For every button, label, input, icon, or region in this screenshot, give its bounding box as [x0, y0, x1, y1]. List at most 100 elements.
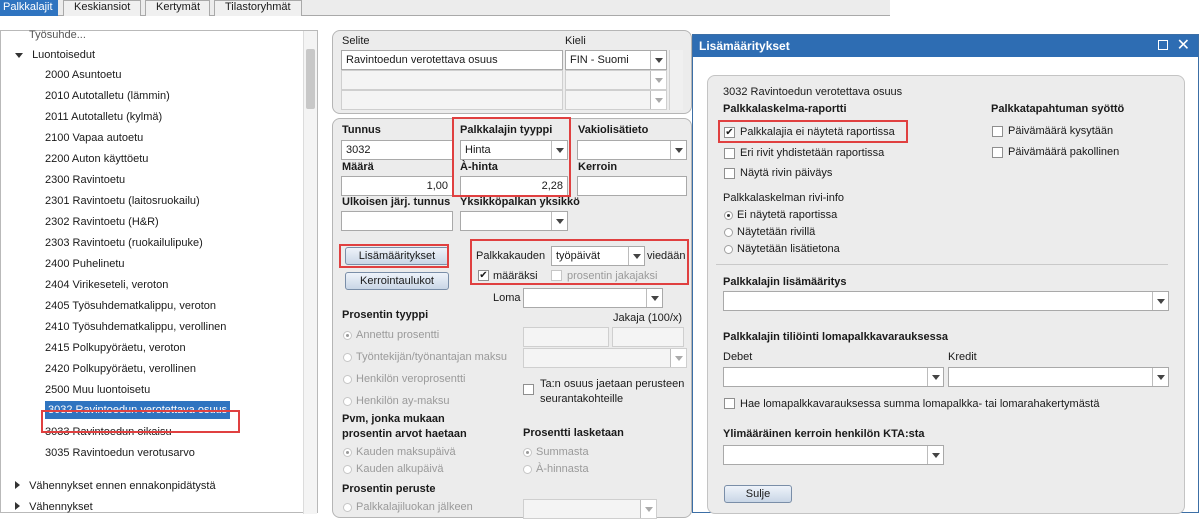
tree-item[interactable]: 2000 Asuntoetu — [45, 65, 121, 85]
veroprosentti-radio[interactable] — [343, 375, 352, 384]
tree-item[interactable]: 2200 Auton käyttöetu — [45, 149, 148, 169]
ahinta-field[interactable]: 2,28 — [460, 176, 568, 196]
ta-osuus-checkbox[interactable] — [523, 384, 534, 395]
paivamaara-kysytaan-checkbox[interactable] — [992, 126, 1003, 137]
chevron-down-icon[interactable] — [1152, 368, 1168, 386]
chevron-down-icon[interactable] — [650, 91, 666, 109]
chevron-down-icon[interactable] — [927, 446, 943, 464]
tree-item[interactable]: 2301 Ravintoetu (laitosruokailu) — [45, 191, 200, 211]
lisamaaritykset-dialog: Lisämääritykset ✕ 3032 Ravintoedun verot… — [692, 34, 1199, 514]
tab-palkkalajit[interactable]: Palkkalajit — [0, 0, 58, 16]
chevron-down-icon[interactable] — [927, 368, 943, 386]
tyyppi-label: Palkkalajin tyyppi — [460, 124, 553, 136]
ulkoinen-field[interactable] — [341, 211, 453, 231]
tyyppi-select[interactable]: Hinta — [460, 140, 568, 160]
tab-tilastoryhmat[interactable]: Tilastoryhmät — [214, 0, 302, 16]
kauden-alkupaiva-radio[interactable] — [343, 465, 352, 474]
kerroin-field[interactable] — [577, 176, 687, 196]
chevron-down-icon[interactable] — [650, 71, 666, 89]
tree-scrollbar[interactable] — [303, 31, 317, 514]
palkkaluokan-jalkeen-radio[interactable] — [343, 503, 352, 512]
ylimaarainen-select[interactable] — [723, 445, 944, 465]
tree-group-vahennykset-ennen[interactable]: Vähennykset ennen ennakonpidätystä — [15, 476, 216, 496]
chevron-down-icon[interactable] — [551, 212, 567, 230]
jakaja-field[interactable] — [612, 327, 684, 347]
a-hinnasta-radio[interactable] — [523, 465, 532, 474]
hae-lomapalkka-checkbox[interactable] — [724, 398, 735, 409]
tyontekijan-maksu-radio[interactable] — [343, 353, 352, 362]
expand-icon[interactable] — [15, 53, 23, 58]
riviinfo-rivilla-radio[interactable] — [724, 228, 733, 237]
kieli-select-empty[interactable] — [565, 70, 667, 90]
tree-item[interactable]: 2302 Ravintoetu (H&R) — [45, 212, 159, 232]
jakajaksi-checkbox[interactable] — [551, 270, 562, 281]
sulje-button[interactable]: Sulje — [724, 485, 792, 503]
tree-item[interactable]: 2415 Polkupyöräetu, veroton — [45, 338, 186, 358]
paivamaara-pakollinen-checkbox[interactable] — [992, 147, 1003, 158]
kauden-maksupaiva-radio[interactable] — [343, 448, 352, 457]
ay-maksu-radio[interactable] — [343, 397, 352, 406]
maaraksi-checkbox[interactable]: ✔ — [478, 270, 489, 281]
maximize-icon[interactable] — [1158, 40, 1168, 50]
maara-field[interactable]: 1,00 — [341, 176, 453, 196]
kieli-select[interactable]: FIN - Suomi — [565, 50, 667, 70]
chevron-down-icon[interactable] — [670, 349, 686, 367]
peruste-select[interactable] — [523, 499, 657, 519]
selite-field-empty[interactable] — [341, 70, 563, 90]
lisamaaritys-select[interactable] — [723, 291, 1169, 311]
tree-item[interactable]: 2100 Vapaa autoetu — [45, 128, 143, 148]
chevron-down-icon[interactable] — [650, 51, 666, 69]
kieli-select-empty[interactable] — [565, 90, 667, 110]
chevron-down-icon[interactable] — [628, 247, 644, 265]
chevron-down-icon[interactable] — [670, 141, 686, 159]
lisamaaritykset-button[interactable]: Lisämääritykset — [345, 247, 449, 265]
tree-item[interactable]: 2410 Työsuhdematkalippu, verollinen — [45, 317, 226, 337]
kredit-select[interactable] — [948, 367, 1169, 387]
tree-item[interactable]: 2404 Virikeseteli, veroton — [45, 275, 168, 295]
riviinfo-ei-nayteta-radio[interactable] — [724, 211, 733, 220]
tree-group-luontoisedut[interactable]: Luontoisedut — [15, 45, 95, 65]
annettu-prosentti-radio[interactable] — [343, 331, 352, 340]
close-icon[interactable]: ✕ — [1177, 35, 1190, 57]
vakio-select[interactable] — [577, 140, 687, 160]
tree-item[interactable]: 3032 Ravintoedun verotettava osuus — [45, 401, 231, 419]
chevron-down-icon[interactable] — [1152, 292, 1168, 310]
palkkalaji-tree[interactable]: Työsuhde... Luontoisedut 2000 Asuntoetu 2… — [0, 29, 318, 514]
tab-keskiansiot[interactable]: Keskiansiot — [63, 0, 141, 16]
tab-label: Palkkalajit — [3, 1, 53, 13]
nayta-paivays-checkbox[interactable] — [724, 168, 735, 179]
scrollbar-thumb[interactable] — [306, 49, 315, 109]
tree-item[interactable]: 2010 Autotalletu (lämmin) — [45, 86, 170, 106]
tree-item[interactable]: 2303 Ravintoetu (ruokailulipuke) — [45, 233, 203, 253]
tree-item[interactable]: 2300 Ravintoetu — [45, 170, 125, 190]
tree-item[interactable]: 3035 Ravintoedun verotusarvo — [45, 443, 195, 463]
summasta-radio[interactable] — [523, 448, 532, 457]
kerrointaulukot-button[interactable]: Kerrointaulukot — [345, 272, 449, 290]
eri-rivit-checkbox[interactable] — [724, 148, 735, 159]
tree-group-vahennykset[interactable]: Vähennykset — [15, 497, 93, 517]
tree-item[interactable]: 2011 Autotalletu (kylmä) — [45, 107, 162, 127]
tab-kertymat[interactable]: Kertymät — [145, 0, 210, 16]
loma-select[interactable] — [523, 288, 663, 308]
selite-field[interactable]: Ravintoedun verotettava osuus — [341, 50, 563, 70]
prosentti-field[interactable] — [523, 327, 609, 347]
tree-item[interactable]: 2420 Polkupyöräetu, verollinen — [45, 359, 196, 379]
maksu-select[interactable] — [523, 348, 687, 368]
desc-scrollbar[interactable] — [669, 50, 683, 110]
selite-field-empty[interactable] — [341, 90, 563, 110]
tree-item[interactable]: 2400 Puhelinetu — [45, 254, 125, 274]
chevron-down-icon[interactable] — [640, 500, 656, 518]
debet-select[interactable] — [723, 367, 944, 387]
yksikko-select[interactable] — [460, 211, 568, 231]
tree-item[interactable]: 3033 Ravintoedun oikaisu — [45, 422, 172, 442]
palkkakauden-select[interactable]: työpäivät — [551, 246, 645, 266]
chevron-down-icon[interactable] — [646, 289, 662, 307]
tree-item[interactable]: 2500 Muu luontoisetu — [45, 380, 150, 400]
collapse-icon[interactable] — [15, 502, 20, 510]
tree-item[interactable]: 2405 Työsuhdematkalippu, veroton — [45, 296, 216, 316]
collapse-icon[interactable] — [15, 481, 20, 489]
ei-nayteta-checkbox[interactable]: ✔ — [724, 127, 735, 138]
riviinfo-lisatietona-radio[interactable] — [724, 245, 733, 254]
chevron-down-icon[interactable] — [551, 141, 567, 159]
tunnus-field[interactable]: 3032 — [341, 140, 453, 160]
